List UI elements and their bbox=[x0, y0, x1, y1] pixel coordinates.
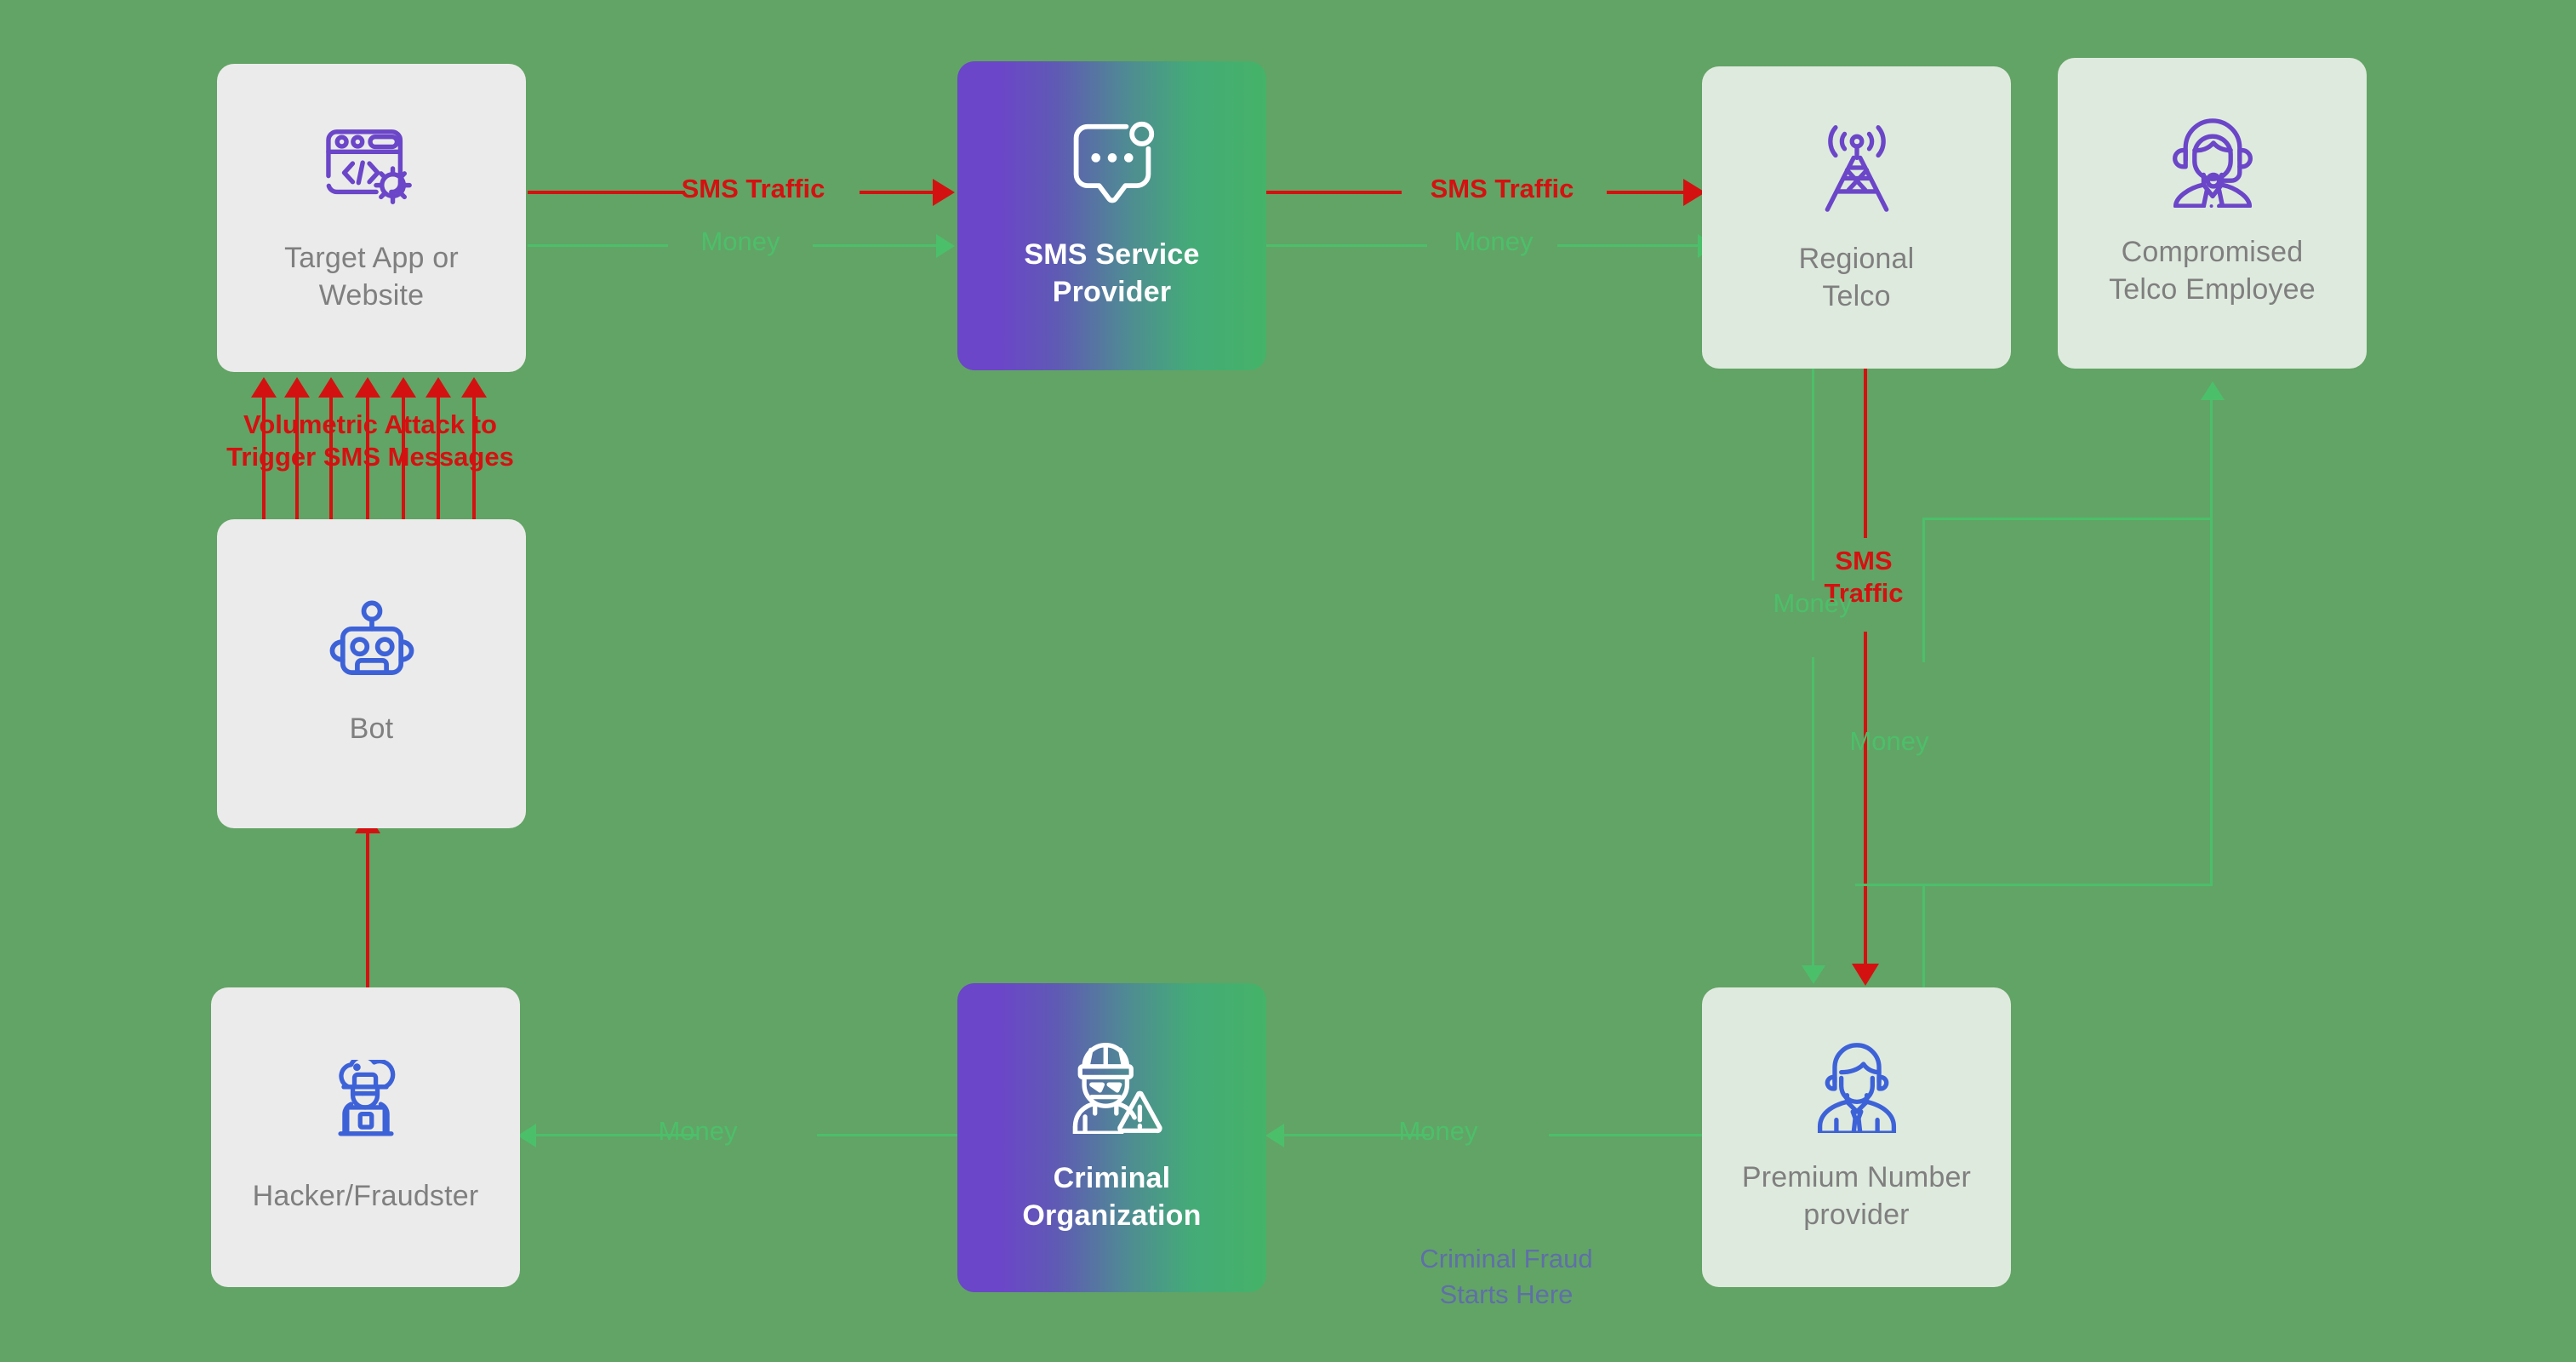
edge-label-sms-traffic-2: SMS Traffic bbox=[1430, 174, 1574, 203]
edge-label-money-6: Money bbox=[1849, 726, 1929, 756]
sms-traffic-shaft-3a bbox=[1864, 368, 1867, 538]
masked-criminal-warning-icon bbox=[1062, 1040, 1162, 1138]
money-arrowhead-6 bbox=[2201, 381, 2225, 400]
node-bot[interactable]: Bot bbox=[217, 519, 526, 828]
node-sms-service-provider[interactable]: SMS Service Provider bbox=[957, 61, 1266, 370]
node-label-hacker: Hacker/Fraudster bbox=[252, 1179, 479, 1212]
robot-icon bbox=[323, 599, 420, 689]
money-line-4b bbox=[1549, 1134, 1702, 1136]
money-arrowhead-3 bbox=[517, 1124, 536, 1147]
edge-label-money-4: Money bbox=[1398, 1116, 1478, 1146]
node-label-premium-number-provider: Premium Number provider bbox=[1741, 1160, 1972, 1231]
volumetric-arrowhead-5 bbox=[391, 377, 416, 398]
chat-bubble-dots-icon bbox=[1065, 120, 1160, 215]
node-label-bot: Bot bbox=[349, 712, 394, 746]
annotation-criminal-fraud-start: Criminal Fraud Starts Here bbox=[1419, 1244, 1593, 1309]
volumetric-arrowhead-6 bbox=[426, 377, 451, 398]
edge-label-sms-traffic-1: SMS Traffic bbox=[681, 174, 825, 203]
sms-traffic-line-2a bbox=[1265, 191, 1402, 194]
money-arrowhead-5 bbox=[1802, 965, 1825, 984]
node-label-sms-service-provider: SMS Service Provider bbox=[1024, 238, 1200, 308]
money-line-3b bbox=[817, 1134, 957, 1136]
node-label-criminal-organization: Criminal Organization bbox=[1022, 1162, 1202, 1232]
cell-tower-icon bbox=[1811, 119, 1903, 219]
edge-label-money-2: Money bbox=[1454, 226, 1534, 256]
hacker-laptop-icon bbox=[319, 1054, 413, 1156]
volumetric-arrowhead-1 bbox=[251, 377, 277, 398]
volumetric-arrowhead-7 bbox=[461, 377, 487, 398]
edge-label-money-5: Money bbox=[1773, 588, 1853, 618]
node-telco-employee[interactable]: Compromised Telco Employee bbox=[2058, 58, 2367, 369]
node-criminal-organization[interactable]: Criminal Organization bbox=[957, 983, 1266, 1292]
business-person-icon bbox=[1810, 1041, 1904, 1137]
node-target-app[interactable]: Target App or Website bbox=[217, 64, 526, 372]
diagram-canvas: SMS Traffic Money SMS Traffic Money Volu… bbox=[0, 0, 2576, 1362]
money-elbow-6-bottom bbox=[1855, 884, 2213, 886]
edge-label-money-1: Money bbox=[700, 226, 780, 256]
money-arrowhead-4 bbox=[1265, 1124, 1284, 1147]
money-shaft-6c bbox=[2210, 400, 2213, 885]
node-premium-number-provider[interactable]: Premium Number provider bbox=[1702, 987, 2011, 1287]
volumetric-arrowhead-3 bbox=[318, 377, 344, 398]
node-label-target-app: Target App or Website bbox=[284, 241, 459, 312]
volumetric-arrowhead-2 bbox=[284, 377, 310, 398]
sms-traffic-line-1b bbox=[860, 191, 945, 194]
sms-traffic-arrowhead-3 bbox=[1852, 964, 1879, 986]
headset-agent-icon bbox=[2165, 117, 2260, 212]
browser-code-gear-icon bbox=[322, 122, 422, 218]
volumetric-arrowhead-4 bbox=[355, 377, 380, 398]
node-regional-telco[interactable]: Regional Telco bbox=[1702, 66, 2011, 369]
edge-label-money-3: Money bbox=[658, 1116, 738, 1146]
node-label-regional-telco: Regional Telco bbox=[1798, 243, 1915, 312]
sms-traffic-line-1a bbox=[528, 191, 685, 194]
node-label-telco-employee: Compromised Telco Employee bbox=[2109, 236, 2316, 306]
money-arrowhead-1 bbox=[936, 234, 955, 258]
money-shaft-5b bbox=[1812, 657, 1814, 972]
sms-traffic-shaft-3b bbox=[1864, 632, 1867, 972]
money-elbow-6-top bbox=[1922, 518, 2212, 520]
sms-traffic-arrowhead-1 bbox=[933, 179, 955, 206]
edge-label-volumetric-attack: Volumetric Attack to Trigger SMS Message… bbox=[226, 409, 514, 472]
node-hacker[interactable]: Hacker/Fraudster bbox=[211, 987, 520, 1287]
money-shaft-6a bbox=[1922, 884, 1925, 1003]
hacker-to-bot-shaft bbox=[366, 830, 369, 1000]
